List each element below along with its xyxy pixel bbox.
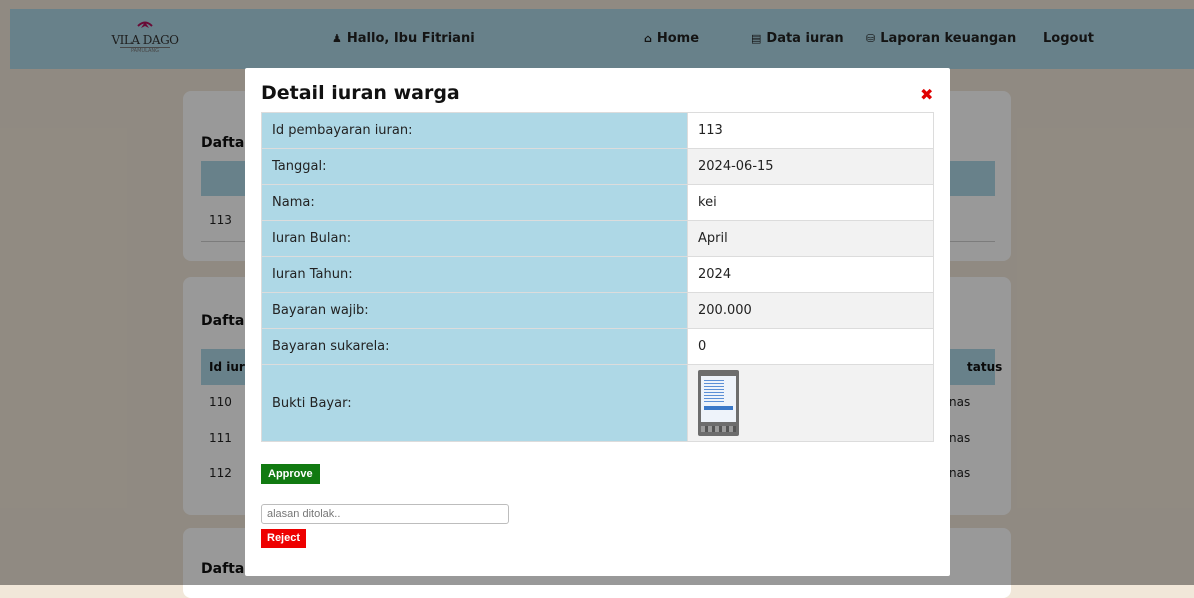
detail-label: Iuran Tahun: xyxy=(261,256,688,293)
detail-row: Nama: kei xyxy=(261,184,934,221)
detail-value: 113 xyxy=(687,112,934,149)
detail-value: 0 xyxy=(687,328,934,365)
reject-reason-input[interactable] xyxy=(261,504,509,524)
payment-proof-thumbnail[interactable] xyxy=(698,370,739,436)
detail-row: Iuran Tahun: 2024 xyxy=(261,256,934,293)
detail-label: Bayaran sukarela: xyxy=(261,328,688,365)
detail-value: 2024-06-15 xyxy=(687,148,934,185)
detail-label: Id pembayaran iuran: xyxy=(261,112,688,149)
detail-label: Iuran Bulan: xyxy=(261,220,688,257)
detail-label: Nama: xyxy=(261,184,688,221)
detail-table: Id pembayaran iuran: 113 Tanggal: 2024-0… xyxy=(261,112,934,442)
proof-cell xyxy=(687,364,934,442)
detail-row: Iuran Bulan: April xyxy=(261,220,934,257)
detail-row: Bayaran wajib: 200.000 xyxy=(261,292,934,329)
detail-value: 2024 xyxy=(687,256,934,293)
detail-row: Id pembayaran iuran: 113 xyxy=(261,112,934,149)
detail-value: April xyxy=(687,220,934,257)
close-icon[interactable]: ✖ xyxy=(920,85,933,104)
detail-modal: Detail iuran warga ✖ Id pembayaran iuran… xyxy=(245,68,950,576)
detail-label: Tanggal: xyxy=(261,148,688,185)
detail-row: Tanggal: 2024-06-15 xyxy=(261,148,934,185)
detail-row: Bayaran sukarela: 0 xyxy=(261,328,934,365)
detail-row-proof: Bukti Bayar: xyxy=(261,364,934,442)
detail-value: kei xyxy=(687,184,934,221)
detail-value: 200.000 xyxy=(687,292,934,329)
detail-label: Bukti Bayar: xyxy=(261,364,688,442)
reject-button[interactable]: Reject xyxy=(261,529,307,548)
detail-label: Bayaran wajib: xyxy=(261,292,688,329)
approve-button[interactable]: Approve xyxy=(261,464,320,484)
modal-title: Detail iuran warga xyxy=(261,82,460,104)
